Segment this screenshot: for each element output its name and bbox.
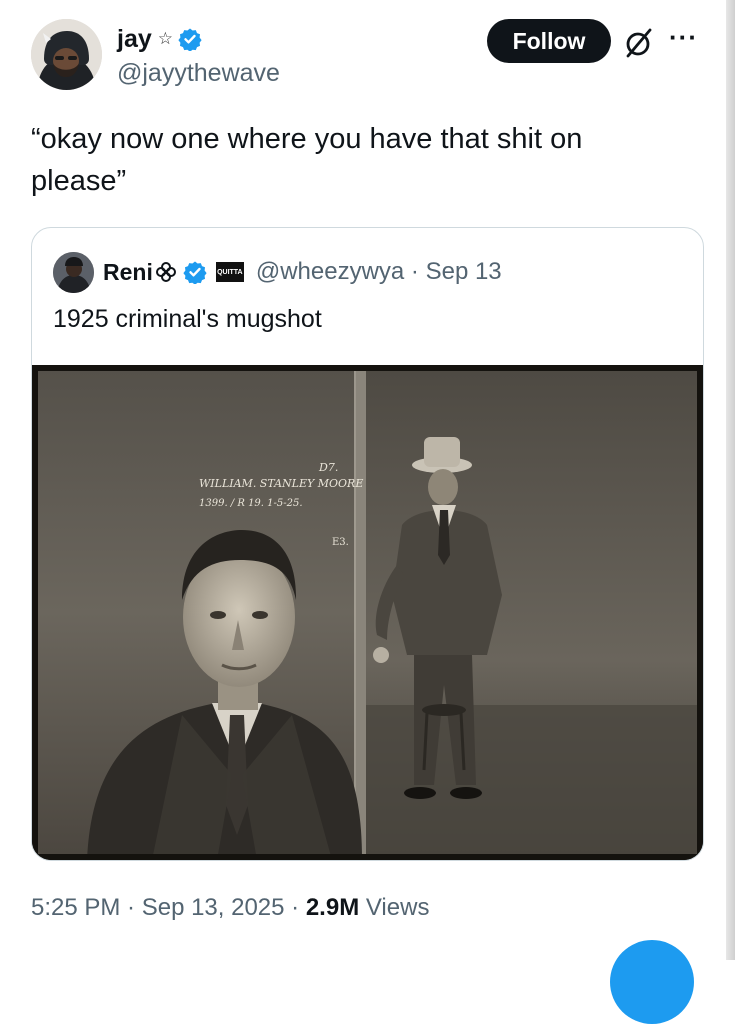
mugshot-caption-line2: 1399. / R 19. 1-5-25. bbox=[199, 498, 303, 509]
mugshot-mark-top: D7. bbox=[318, 461, 338, 474]
quoted-author-avatar[interactable] bbox=[53, 252, 94, 293]
compose-fab-button[interactable] bbox=[610, 940, 694, 1024]
follow-button[interactable]: Follow bbox=[487, 19, 611, 63]
mugshot-mark-e: E3. bbox=[332, 537, 349, 548]
quoted-tweet-card[interactable]: Reni QUITTA @wheezywya · Sep 13 1925 cri… bbox=[31, 227, 704, 861]
author-handle[interactable]: @jayythewave bbox=[117, 59, 280, 88]
quoted-tweet-text: 1925 criminal's mugshot bbox=[53, 305, 322, 333]
author-name-row: jay ☆ bbox=[117, 24, 202, 54]
tweet-text: “okay now one where you have that shit o… bbox=[31, 123, 583, 197]
views-label: Views bbox=[359, 894, 430, 921]
affiliate-badge: QUITTA bbox=[215, 262, 244, 282]
time-date[interactable]: 5:25 PM · Sep 13, 2025 · bbox=[31, 894, 306, 921]
mugshot-caption-line1: WILLIAM. STANLEY MOORE bbox=[199, 477, 363, 490]
mugshot-image[interactable]: WILLIAM. STANLEY MOORE 1399. / R 19. 1-5… bbox=[32, 365, 703, 860]
quoted-handle-date: @wheezywya · Sep 13 bbox=[255, 258, 502, 285]
verified-badge-icon bbox=[178, 28, 202, 51]
clover-icon bbox=[155, 262, 176, 282]
quoted-display-name[interactable]: Reni bbox=[103, 259, 153, 286]
window-edge bbox=[726, 0, 735, 960]
author-display-name[interactable]: jay bbox=[117, 25, 152, 54]
grok-icon[interactable] bbox=[623, 27, 655, 59]
more-options-icon[interactable]: ··· bbox=[669, 22, 698, 53]
verified-badge-icon bbox=[183, 261, 207, 284]
views-count: 2.9M bbox=[305, 894, 360, 921]
author-avatar[interactable] bbox=[31, 19, 102, 90]
star-emoji-icon: ☆ bbox=[157, 29, 174, 48]
quoted-header: Reni QUITTA @wheezywya · Sep 13 bbox=[103, 256, 502, 288]
tweet-timestamp: 5:25 PM · Sep 13, 2025 · 2.9M Views bbox=[31, 894, 429, 922]
